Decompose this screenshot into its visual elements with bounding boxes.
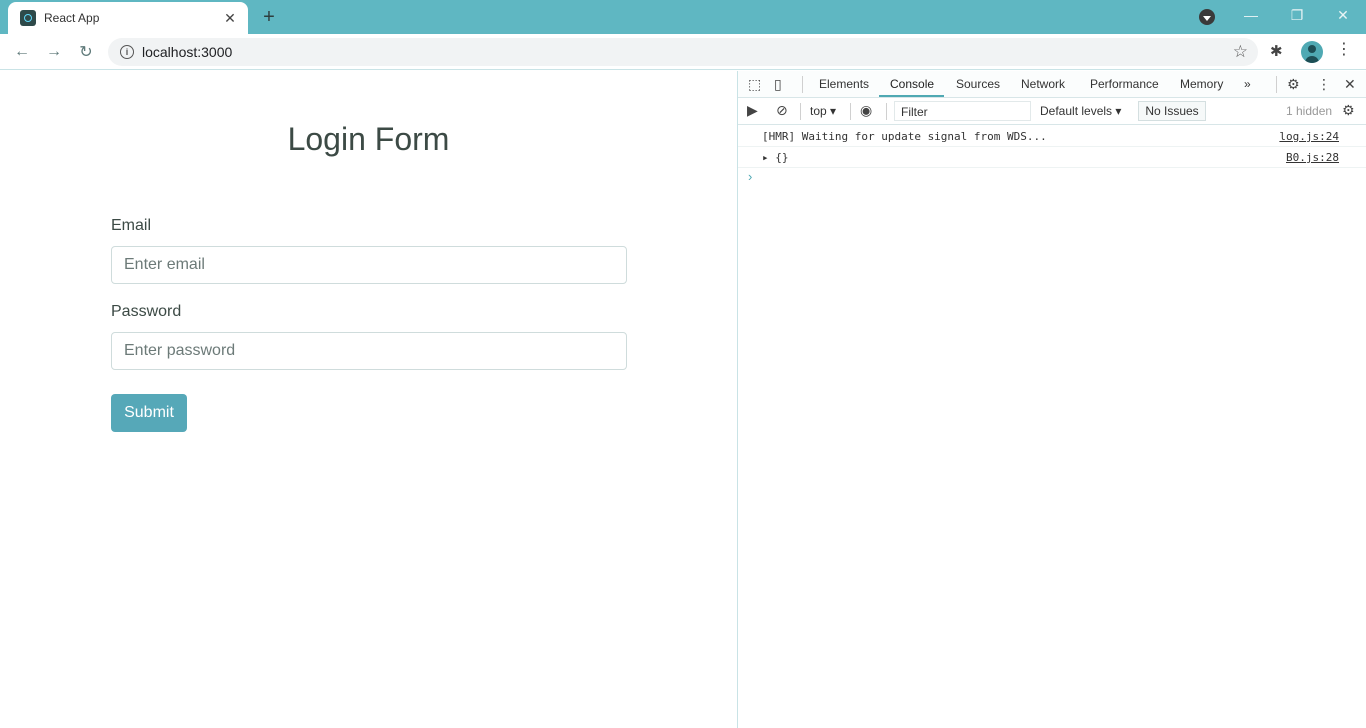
- console-log-row: [HMR] Waiting for update signal from WDS…: [738, 126, 1366, 147]
- log-source-link[interactable]: B0.js:28: [1286, 151, 1339, 164]
- close-devtools-icon[interactable]: ✕: [1344, 76, 1356, 93]
- settings-gear-icon[interactable]: ⚙: [1287, 76, 1300, 93]
- clear-console-icon[interactable]: ⊘: [776, 102, 788, 119]
- tab-network[interactable]: Network: [1021, 77, 1065, 91]
- tab-console[interactable]: Console: [890, 77, 934, 91]
- divider: [802, 76, 803, 93]
- hidden-count: 1 hidden: [1286, 104, 1333, 118]
- divider: [800, 103, 801, 120]
- divider: [886, 103, 887, 120]
- minimize-button[interactable]: —: [1228, 0, 1274, 30]
- browser-toolbar: ← → ↻ i localhost:3000 ☆ ✱ ⋮: [0, 34, 1366, 70]
- tab-strip: React App ✕ + — ❐ ✕: [0, 0, 1366, 34]
- tab-memory[interactable]: Memory: [1180, 77, 1223, 91]
- browser-window: React App ✕ + — ❐ ✕ ← → ↻ i localhost:30…: [0, 0, 1366, 728]
- forward-button[interactable]: →: [42, 40, 66, 64]
- url-text[interactable]: localhost:3000: [142, 44, 232, 60]
- site-info-icon[interactable]: i: [120, 45, 134, 59]
- browser-menu-icon[interactable]: ⋮: [1336, 42, 1352, 58]
- submit-button[interactable]: Submit: [111, 394, 187, 432]
- tab-close-icon[interactable]: ✕: [222, 10, 238, 26]
- email-label: Email: [111, 217, 152, 234]
- password-label: Password: [111, 303, 182, 320]
- more-tabs-icon[interactable]: »: [1244, 77, 1251, 91]
- live-expression-eye-icon[interactable]: ◉: [860, 102, 872, 119]
- sidebar-toggle-icon[interactable]: ▶: [747, 102, 758, 119]
- page-content: Login Form Email Password Submit: [0, 71, 737, 728]
- back-button[interactable]: ←: [10, 40, 34, 64]
- issues-button[interactable]: No Issues: [1138, 101, 1206, 121]
- address-bar[interactable]: i localhost:3000 ☆: [108, 38, 1258, 66]
- profile-menu-icon[interactable]: [1199, 9, 1215, 25]
- password-field[interactable]: [111, 332, 627, 370]
- divider: [850, 103, 851, 120]
- log-object-expander[interactable]: ▸ {}: [762, 151, 789, 164]
- email-field[interactable]: [111, 246, 627, 284]
- reload-button[interactable]: ↻: [74, 40, 98, 64]
- bookmark-star-icon[interactable]: ☆: [1233, 42, 1248, 62]
- context-selector[interactable]: top ▾: [810, 104, 836, 118]
- tab-performance[interactable]: Performance: [1090, 77, 1159, 91]
- page-title: Login Form: [287, 121, 450, 157]
- devtools-panel: ⬚ ▯ Elements Console Sources Network Per…: [737, 71, 1366, 728]
- inspect-element-icon[interactable]: ⬚: [748, 76, 761, 93]
- device-toolbar-icon[interactable]: ▯: [774, 76, 782, 93]
- tab-react-app[interactable]: React App ✕: [8, 2, 248, 34]
- log-levels-dropdown[interactable]: Default levels ▾: [1040, 104, 1121, 118]
- console-prompt-icon[interactable]: ›: [748, 169, 752, 184]
- tab-title: React App: [44, 11, 100, 25]
- devtools-tab-bar: ⬚ ▯ Elements Console Sources Network Per…: [738, 71, 1366, 98]
- log-message: [HMR] Waiting for update signal from WDS…: [762, 130, 1047, 143]
- restore-button[interactable]: ❐: [1274, 0, 1320, 30]
- tab-elements[interactable]: Elements: [819, 77, 869, 91]
- react-favicon-icon: [20, 10, 36, 26]
- console-filter-input[interactable]: Filter: [894, 101, 1031, 121]
- new-tab-button[interactable]: +: [258, 6, 280, 28]
- close-window-button[interactable]: ✕: [1320, 0, 1366, 30]
- console-settings-gear-icon[interactable]: ⚙: [1342, 102, 1355, 119]
- console-toolbar: ▶ ⊘ top ▾ ◉ Filter Default levels ▾ No I…: [738, 98, 1366, 125]
- tab-sources[interactable]: Sources: [956, 77, 1000, 91]
- log-source-link[interactable]: log.js:24: [1279, 130, 1339, 143]
- avatar[interactable]: [1301, 41, 1323, 63]
- active-tab-indicator: [879, 95, 944, 97]
- console-log-row: ▸ {} B0.js:28: [738, 147, 1366, 168]
- divider: [1276, 76, 1277, 93]
- extensions-icon[interactable]: ✱: [1270, 42, 1283, 60]
- devtools-menu-icon[interactable]: ⋮: [1317, 76, 1331, 93]
